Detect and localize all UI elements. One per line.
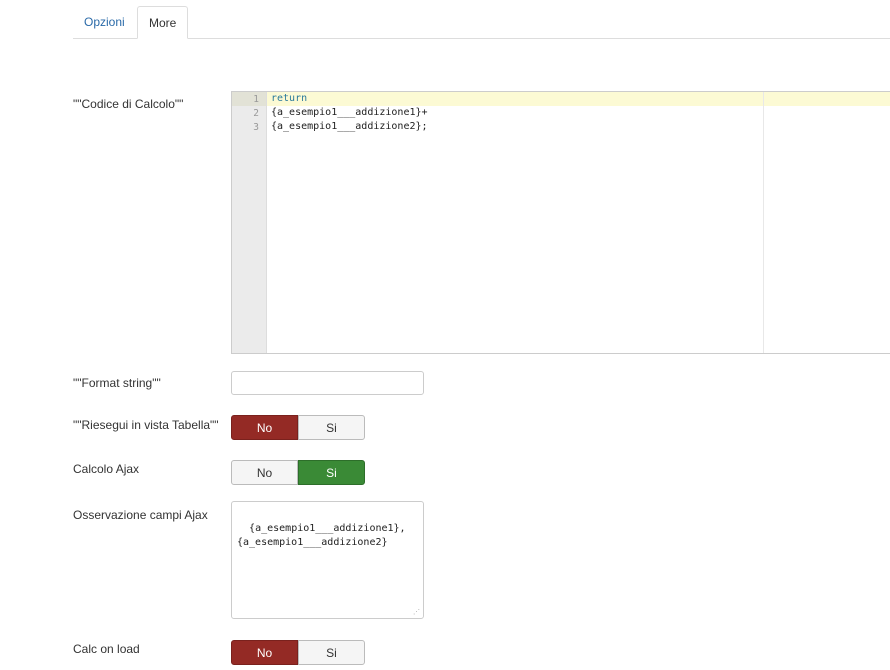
format-string-input[interactable] — [231, 371, 424, 395]
tab-more[interactable]: More — [137, 6, 189, 39]
calcolo-ajax-toggle: No Si — [231, 460, 365, 485]
calcolo-ajax-no-button[interactable]: No — [231, 460, 298, 485]
active-line-highlight — [232, 92, 890, 106]
line-number: 2 — [253, 108, 259, 119]
line-number: 1 — [253, 94, 259, 105]
code-editor[interactable]: 1 2 3 return {a_esempio1___addizione1}+ … — [231, 91, 890, 354]
code-line: {a_esempio1___addizione2}; — [271, 121, 428, 132]
riesegui-label: ""Riesegui in vista Tabella"" — [73, 418, 219, 432]
line-number: 3 — [253, 122, 259, 133]
riesegui-no-button[interactable]: No — [231, 415, 298, 440]
calc-on-load-toggle: No Si — [231, 640, 365, 665]
code-line: return — [271, 93, 308, 104]
code-line: {a_esempio1___addizione1}+ — [271, 107, 428, 118]
osservazione-label: Osservazione campi Ajax — [73, 508, 208, 522]
osservazione-textarea[interactable]: {a_esempio1___addizione1}, {a_esempio1__… — [231, 501, 424, 619]
calc-on-load-no-button[interactable]: No — [231, 640, 298, 665]
riesegui-si-button[interactable]: Si — [298, 415, 365, 440]
riesegui-toggle: No Si — [231, 415, 365, 440]
print-margin — [763, 92, 764, 353]
osservazione-value: {a_esempio1___addizione1}, {a_esempio1__… — [237, 523, 406, 548]
calcolo-ajax-label: Calcolo Ajax — [73, 462, 140, 476]
calcolo-ajax-si-button[interactable]: Si — [298, 460, 365, 485]
codice-di-calcolo-label: ""Codice di Calcolo"" — [73, 97, 184, 111]
format-string-label: ""Format string"" — [73, 376, 161, 390]
calc-on-load-label: Calc on load — [73, 642, 140, 656]
resize-grip-icon[interactable]: ⋰ — [413, 608, 421, 616]
calc-on-load-si-button[interactable]: Si — [298, 640, 365, 665]
tab-opzioni[interactable]: Opzioni — [73, 6, 136, 38]
tab-bar: Opzioni More — [73, 6, 890, 39]
